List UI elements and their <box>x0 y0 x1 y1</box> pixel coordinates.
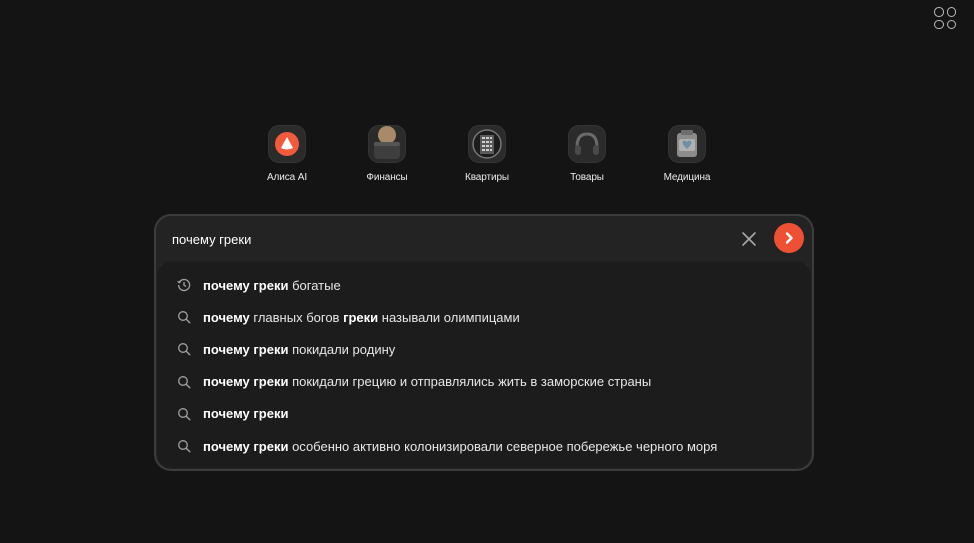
suggestion-match: почему греки <box>203 374 289 390</box>
headphones-icon <box>568 125 606 163</box>
chevron-right-icon <box>785 232 793 244</box>
search-icon <box>177 407 191 421</box>
suggestion-match: почему греки <box>203 406 289 422</box>
clear-icon[interactable] <box>740 230 758 248</box>
search-icon <box>177 310 191 324</box>
suggestion-match: почему греки <box>203 277 289 293</box>
suggestions-list: почему греки богатые почему главных богов… <box>157 262 811 468</box>
suggestion-match: греки <box>343 309 379 325</box>
suggestion-completion: покидали грецию и отправлялись жить в за… <box>288 374 652 390</box>
service-label: Товары <box>570 172 604 183</box>
suggestion-text: почему греки покидали грецию и отправлял… <box>203 374 651 389</box>
service-medicine[interactable]: Медицина <box>637 125 737 183</box>
suggestion-completion: называли олимпицами <box>378 309 520 325</box>
service-label: Алиса AI <box>266 172 308 183</box>
search-icon <box>177 375 191 389</box>
search-submit-button[interactable] <box>774 223 804 253</box>
wallet-icon <box>368 125 406 163</box>
service-label: Квартиры <box>464 172 510 183</box>
suggestion-text: почему греки покидали родину <box>203 342 395 357</box>
suggestion-match: почему греки <box>203 438 289 454</box>
suggestion-completion: богатые <box>288 277 341 293</box>
building-icon <box>468 125 506 163</box>
apps-grid-icon[interactable] <box>934 7 956 29</box>
search-row <box>156 216 812 262</box>
suggestion-text: почему греки особенно активно колонизиро… <box>203 439 717 454</box>
service-label: Финансы <box>366 172 408 183</box>
suggestion-match: почему греки <box>203 341 289 357</box>
suggestion-item[interactable]: почему греки богатые <box>157 270 811 300</box>
search-icon <box>177 439 191 453</box>
medkit-icon <box>668 125 706 163</box>
suggestion-text: почему главных богов греки называли олим… <box>203 310 520 325</box>
service-goods[interactable]: Товары <box>537 125 637 183</box>
search-input[interactable] <box>172 226 712 252</box>
service-label: Медицина <box>663 172 711 183</box>
suggestion-completion: главных богов <box>249 309 344 325</box>
alice-icon <box>268 125 306 163</box>
suggestion-match: почему <box>203 309 250 325</box>
service-finance[interactable]: Финансы <box>337 125 437 183</box>
suggestion-text: почему греки богатые <box>203 278 341 293</box>
suggestion-completion: покидали родину <box>288 341 396 357</box>
search-box: почему греки богатые почему главных богов… <box>154 214 814 471</box>
suggestion-item[interactable]: почему греки покидали грецию и отправлял… <box>157 367 811 397</box>
suggestion-item[interactable]: почему греки особенно активно колонизиро… <box>157 431 811 461</box>
search-icon <box>177 342 191 356</box>
suggestion-item[interactable]: почему греки покидали родину <box>157 334 811 364</box>
service-apartments[interactable]: Квартиры <box>437 125 537 183</box>
history-icon <box>177 278 191 292</box>
suggestion-text: почему греки <box>203 406 288 421</box>
suggestion-completion: особенно активно колонизировали северное… <box>288 438 718 454</box>
suggestion-item[interactable]: почему главных богов греки называли олим… <box>157 302 811 332</box>
service-alice[interactable]: Алиса AI <box>237 125 337 183</box>
suggestion-item[interactable]: почему греки <box>157 399 811 429</box>
services-bar: Алиса AI Финансы Квартиры Товары Медицин… <box>0 125 974 183</box>
